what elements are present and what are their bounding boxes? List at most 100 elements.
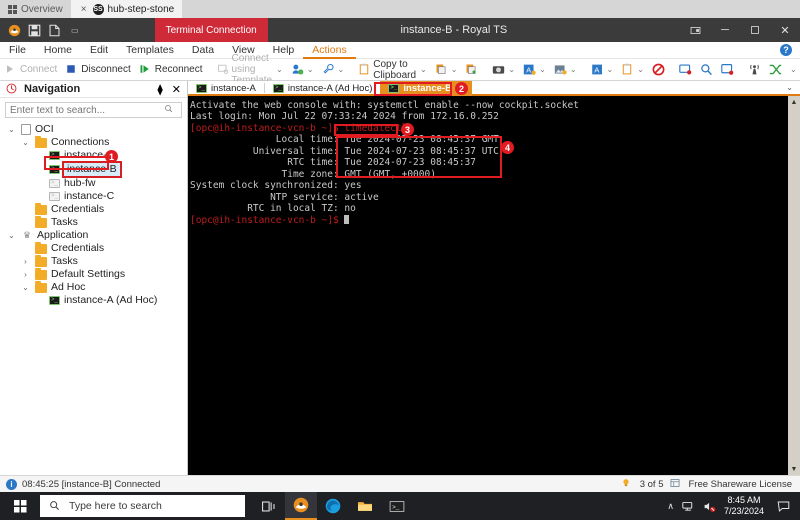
ribbon-group-more-button[interactable]: ⌄ [786, 59, 800, 81]
new-document-icon[interactable] [48, 24, 61, 37]
send-text-button[interactable]: A ⌄ [587, 59, 618, 81]
chevron-down-icon[interactable]: ⌄ [790, 65, 797, 74]
send-clipboard-button[interactable]: ⌄ [617, 59, 648, 81]
paste-from-clipboard-button[interactable]: ⌄ [431, 59, 462, 81]
navigation-tree-item-credentials[interactable]: Credentials [0, 202, 187, 216]
taskbar-clock[interactable]: 8:45 AM 7/23/2024 [724, 495, 764, 517]
session-tab-instance-a[interactable]: >_ instance-A [188, 81, 264, 96]
chevron-down-icon[interactable]: ⌄ [508, 65, 515, 74]
session-tab-instance-a-ad-hoc[interactable]: >_ instance-A (Ad Hoc) [265, 81, 380, 96]
scroll-down-icon[interactable]: ▼ [791, 463, 798, 475]
crown-icon: ♛ [22, 230, 32, 240]
abort-button[interactable] [648, 59, 669, 81]
task-view-button[interactable] [253, 492, 285, 520]
navigation-tree-item-credentials[interactable]: Credentials [0, 241, 187, 255]
session-record-button[interactable] [717, 59, 738, 81]
chevron-down-icon[interactable]: ⌄ [451, 65, 458, 74]
terminal-body[interactable]: Activate the web console with: systemctl… [188, 96, 800, 475]
expander-icon[interactable]: ⌄ [20, 283, 31, 292]
terminal-scrollbar[interactable]: ▲ ▼ [787, 96, 800, 475]
action-center-icon[interactable] [772, 500, 794, 513]
close-icon[interactable]: × [79, 4, 89, 15]
navigation-tree-item-label: Tasks [51, 255, 78, 267]
menu-item-edit[interactable]: Edit [81, 42, 117, 58]
taskbar-file-explorer-button[interactable] [349, 492, 381, 520]
disconnect-button[interactable]: Disconnect [61, 59, 134, 81]
taskbar-terminal-button[interactable]: >_ [381, 492, 413, 520]
menu-item-data[interactable]: Data [183, 42, 223, 58]
navigation-tree-item-instance-a-ad-hoc[interactable]: >_ instance-A (Ad Hoc) [0, 294, 187, 307]
navigation-tree-item-instance-c[interactable]: >_ instance-C [0, 190, 187, 203]
navigation-tree-item-default-settings[interactable]: › Default Settings [0, 267, 187, 281]
broadcast-icon [748, 63, 761, 76]
chevron-down-icon[interactable]: ⌄ [420, 65, 427, 74]
taskbar-microsoft-edge-button[interactable] [317, 492, 349, 520]
help-icon[interactable]: ? [780, 44, 792, 56]
terminal-screen[interactable]: Activate the web console with: systemctl… [188, 96, 787, 475]
windows-start-button[interactable] [0, 499, 40, 513]
image-capture-button[interactable]: ⌄ [550, 59, 581, 81]
navigation-tree-item-ad-hoc[interactable]: ⌄ Ad Hoc [0, 280, 187, 294]
key-actions-button[interactable]: ⌄ [318, 59, 349, 81]
connect-using-template-button[interactable]: Connect using Template ⌄ [213, 53, 287, 86]
taskbar-search-box[interactable]: Type here to search [40, 495, 245, 517]
chevron-down-icon[interactable]: ⌄ [539, 65, 546, 74]
save-icon[interactable] [28, 24, 41, 37]
chevron-down-icon[interactable]: ⌄ [637, 65, 644, 74]
broadcast-button[interactable] [744, 59, 765, 81]
network-icon[interactable] [682, 500, 695, 513]
navigation-tree-item-instance-a[interactable]: >_ instance-A [0, 149, 187, 162]
browser-tab-overview[interactable]: Overview [0, 0, 71, 18]
scroll-up-icon[interactable]: ▲ [791, 96, 798, 108]
find-button[interactable] [696, 59, 717, 81]
expander-icon[interactable]: ⌄ [20, 138, 31, 147]
reconnect-button[interactable]: Reconnect [135, 59, 207, 81]
ribbon-display-options-button[interactable] [680, 18, 710, 42]
menu-item-file[interactable]: File [0, 42, 35, 58]
chevron-down-icon[interactable]: ⌄ [570, 65, 577, 74]
paste-special-button[interactable] [461, 59, 482, 81]
copy-to-clipboard-button[interactable]: Copy to Clipboard ⌄ [354, 59, 431, 81]
tray-chevron-icon[interactable]: ∧ [667, 501, 674, 512]
expander-icon[interactable]: ⌄ [6, 125, 17, 134]
chevron-down-icon[interactable]: ⌄ [338, 65, 345, 74]
chevron-down-icon[interactable]: ⌄ [607, 65, 614, 74]
text-capture-button[interactable]: A ⌄ [519, 59, 550, 81]
maximize-button[interactable] [740, 18, 770, 42]
close-button[interactable]: ✕ [770, 18, 800, 42]
expander-icon[interactable]: ⌄ [6, 231, 17, 240]
chevron-down-icon[interactable]: ⌄ [276, 65, 283, 74]
key-sequence-button[interactable] [765, 59, 786, 81]
taskbar-royal-ts-button[interactable] [285, 492, 317, 520]
navigation-tree-item-application[interactable]: ⌄ ♛ Application [0, 229, 187, 242]
session-display-button[interactable] [675, 59, 696, 81]
connect-as-button[interactable]: ⌄ [287, 59, 318, 81]
customize-quick-access-caret-icon[interactable]: ▭ [71, 26, 79, 35]
chevron-down-icon[interactable]: ⌄ [307, 65, 314, 74]
navigation-tree-item-oci[interactable]: ⌄ OCI [0, 123, 187, 136]
minimize-button[interactable]: ─ [710, 18, 740, 42]
navigation-tree-item-connections[interactable]: ⌄ Connections [0, 135, 187, 149]
search-input[interactable] [10, 104, 164, 116]
connect-button[interactable]: Connect [0, 59, 61, 81]
expander-icon[interactable]: › [20, 257, 31, 266]
copy-to-clipboard-label: Copy to Clipboard [373, 58, 417, 81]
menu-item-actions[interactable]: Actions [303, 42, 356, 59]
navigation-tree-item-hub-fw[interactable]: >_ hub-fw [0, 177, 187, 190]
navigation-tree-item-tasks[interactable]: › Tasks [0, 254, 187, 268]
menu-item-home[interactable]: Home [35, 42, 81, 58]
navigation-tree-item-tasks[interactable]: Tasks [0, 215, 187, 229]
navigation-tree-item-instance-b[interactable]: >_ instance-B [0, 161, 187, 178]
session-tab-overflow-button[interactable]: ⌄ [779, 81, 800, 94]
navigation-search-box[interactable] [5, 102, 182, 118]
menu-item-templates[interactable]: Templates [117, 42, 183, 58]
volume-muted-icon[interactable] [703, 500, 716, 513]
royal-ts-logo-icon[interactable] [8, 24, 21, 37]
expander-icon[interactable]: › [20, 270, 31, 279]
pin-icon[interactable]: ⧫ [157, 83, 162, 96]
close-icon[interactable]: ✕ [172, 83, 181, 96]
browser-tab-hub-step-stone[interactable]: × SS hub-step-stone [70, 0, 183, 18]
folder-icon [35, 280, 47, 293]
screenshot-button[interactable]: ⌄ [488, 59, 519, 81]
search-icon[interactable] [164, 104, 177, 117]
